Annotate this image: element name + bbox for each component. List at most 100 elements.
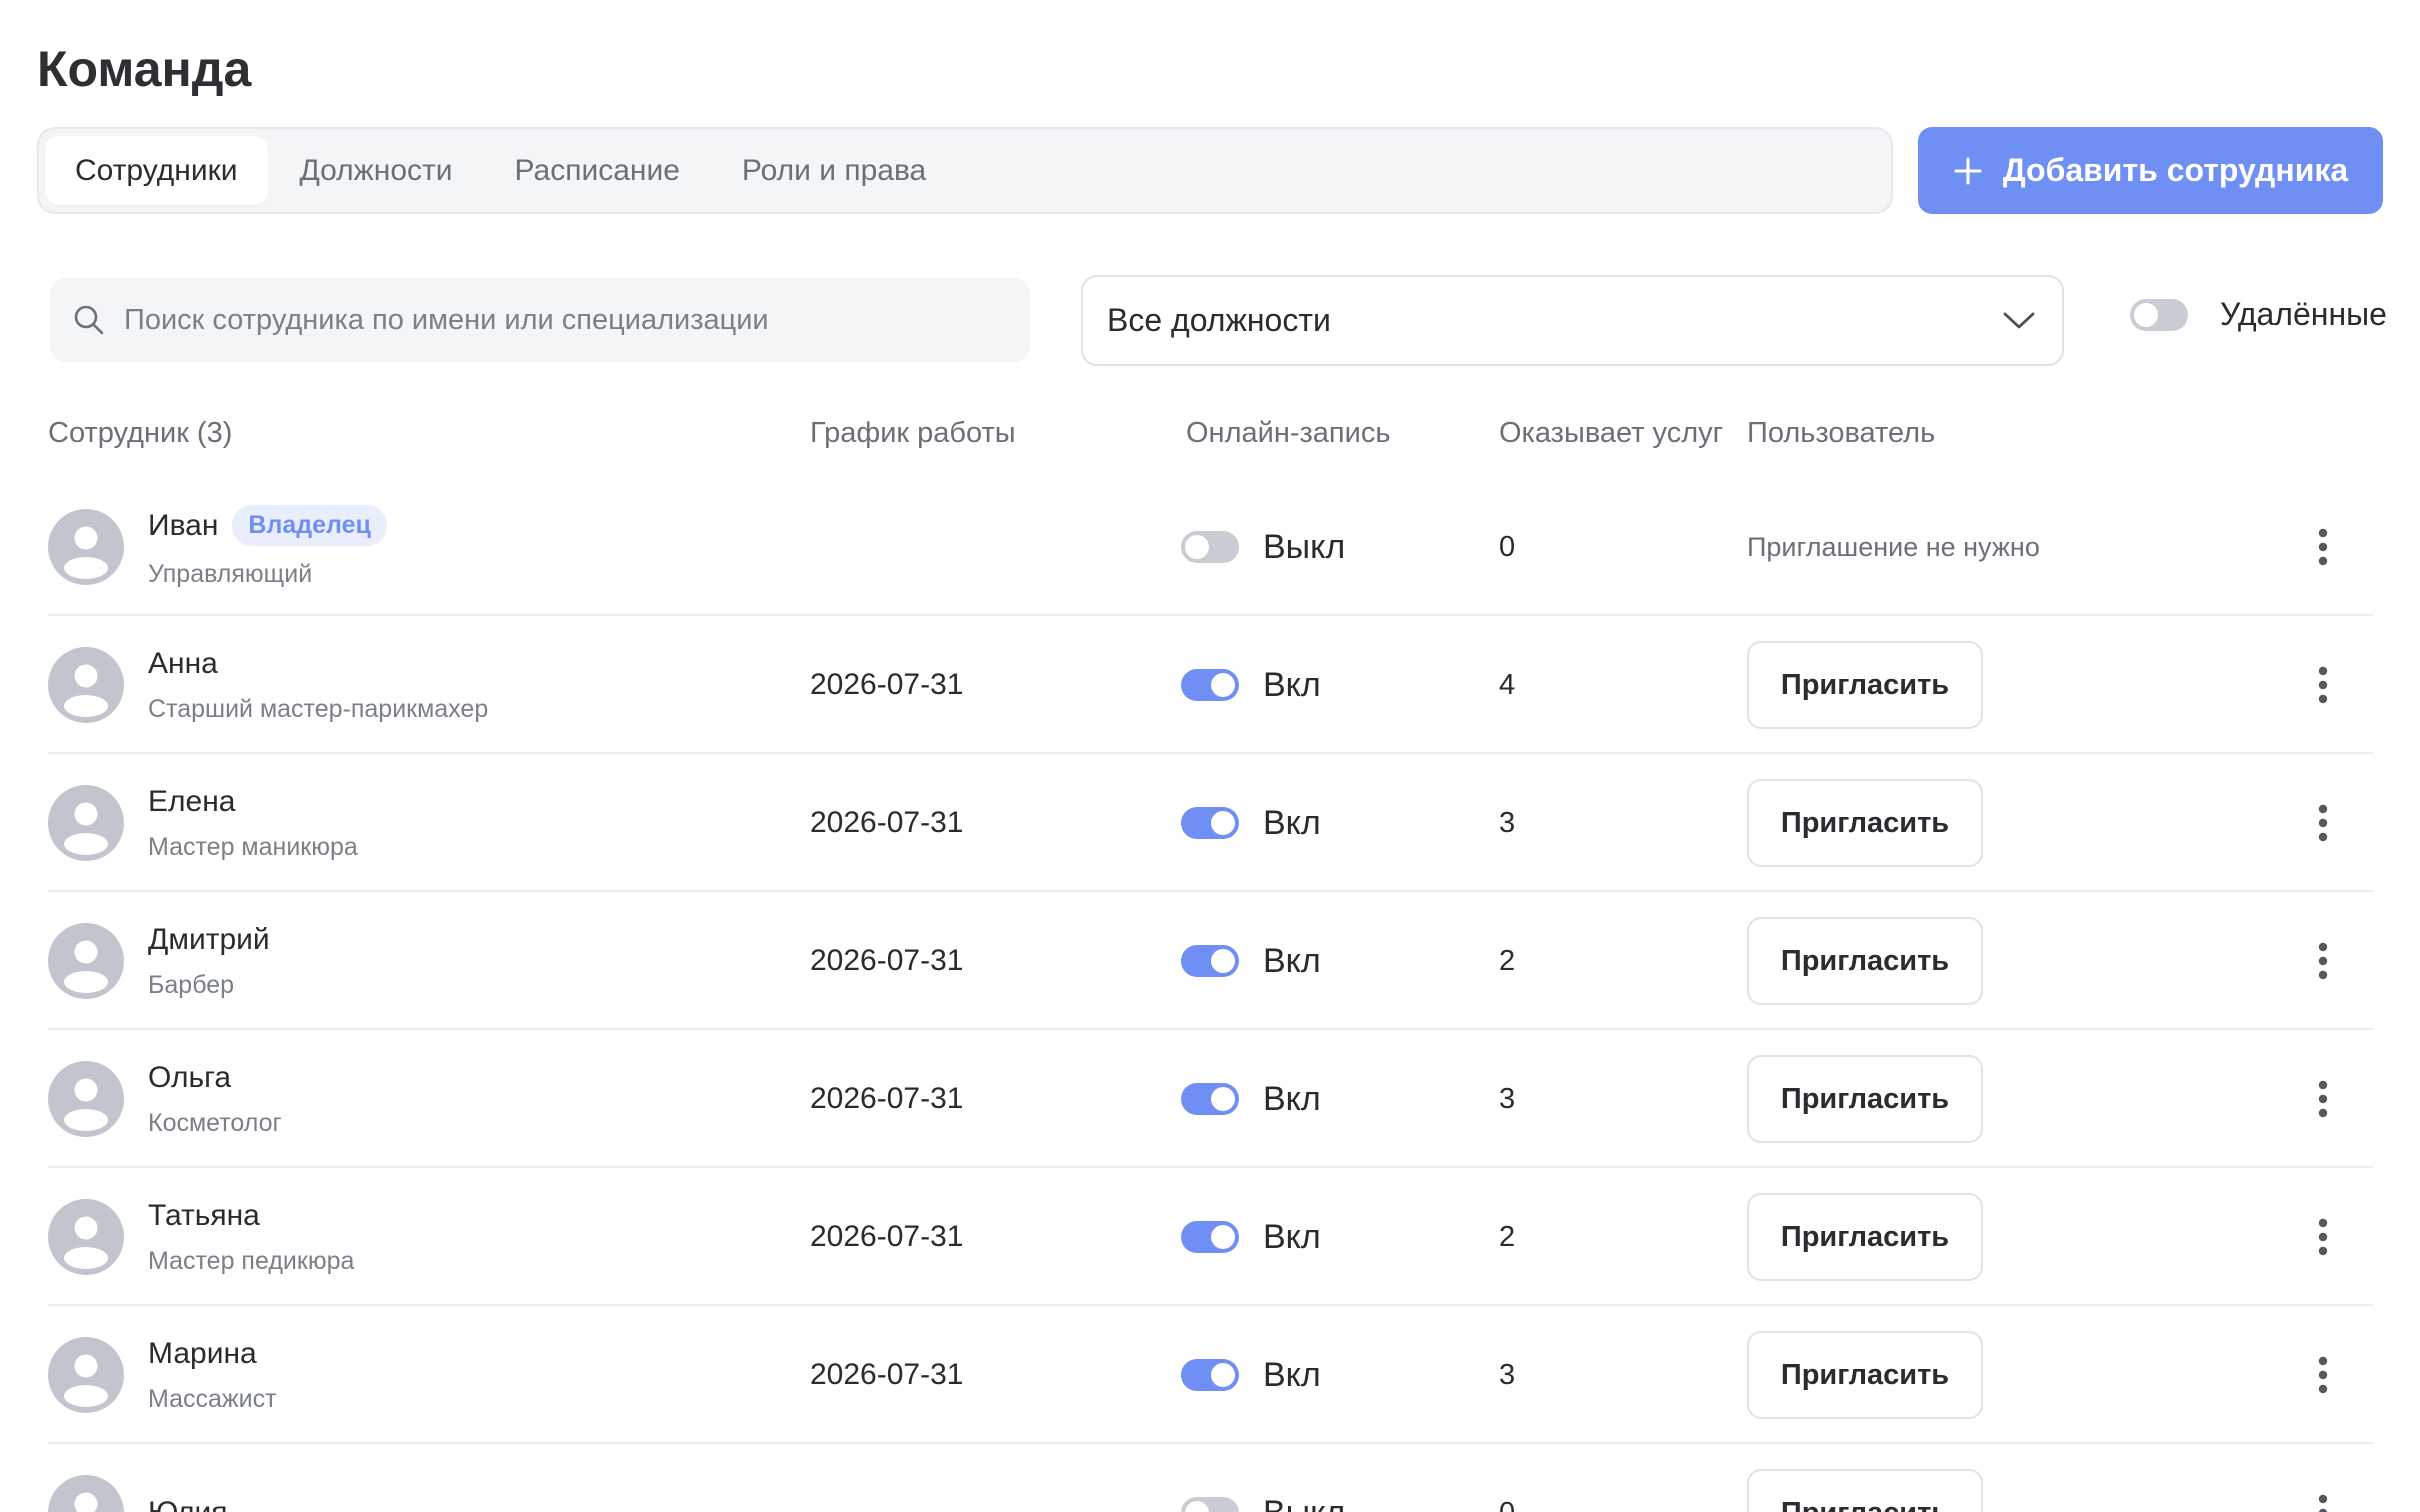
invite-button[interactable]: Пригласить [1747, 641, 1983, 729]
table-row[interactable]: Дмитрий Барбер 2026-07-31 Вкл 2 Пригласить [48, 892, 2373, 1030]
plus-icon [1953, 156, 1983, 186]
tab-schedule[interactable]: Расписание [485, 136, 710, 205]
employee-role: Косметолог [148, 1108, 282, 1137]
online-booking-cell: Вкл [1181, 1168, 1321, 1306]
schedule-cell: 2026-07-31 [810, 806, 964, 839]
employee-info: Иван Владелец Управляющий [148, 505, 387, 589]
more-vertical-icon[interactable] [2303, 478, 2343, 616]
employee-role: Мастер педикюра [148, 1246, 355, 1275]
employee-name[interactable]: Елена [148, 785, 235, 819]
more-vertical-icon[interactable] [2303, 754, 2343, 892]
employee-name-line: Ольга [148, 1061, 282, 1095]
online-booking-cell: Выкл [1181, 1444, 1345, 1512]
employee-name[interactable]: Дмитрий [148, 923, 270, 957]
more-vertical-icon[interactable] [2303, 1306, 2343, 1444]
employee-name[interactable]: Марина [148, 1337, 257, 1371]
online-booking-cell: Вкл [1181, 1306, 1321, 1444]
table-row[interactable]: Анна Старший мастер-парикмахер 2026-07-31 В… [48, 616, 2373, 754]
table-row[interactable]: Марина Массажист 2026-07-31 Вкл 3 Пригласить [48, 1306, 2373, 1444]
employee-name[interactable]: Татьяна [148, 1199, 260, 1233]
header-schedule: График работы [810, 417, 1016, 449]
employee-cell: Татьяна Мастер педикюра [48, 1168, 748, 1306]
position-select[interactable]: Все должности [1081, 275, 2064, 366]
services-count: 3 [1499, 1358, 1516, 1391]
online-booking-cell: Выкл [1181, 478, 1345, 616]
invite-button[interactable]: Пригласить [1747, 1331, 1983, 1419]
employee-name[interactable]: Ольга [148, 1061, 231, 1095]
search-input[interactable] [124, 303, 984, 337]
header-online: Онлайн-запись [1186, 417, 1391, 449]
tab-positions[interactable]: Должности [270, 136, 483, 205]
employee-info: Татьяна Мастер педикюра [148, 1199, 354, 1276]
user-cell: Пригласить [1747, 1306, 1983, 1444]
employee-name[interactable]: Юлия [148, 1496, 227, 1512]
employee-cell: Дмитрий Барбер [48, 892, 748, 1030]
services-count: 4 [1499, 668, 1516, 701]
employee-role: Управляющий [148, 560, 313, 588]
employee-info: Марина Массажист [148, 1337, 277, 1414]
more-vertical-icon[interactable] [2303, 1444, 2343, 1512]
user-avatar-icon [48, 923, 124, 999]
online-booking-switch[interactable] [1181, 945, 1239, 977]
header-user: Пользователь [1747, 417, 1936, 449]
online-booking-status: Вкл [1263, 803, 1321, 842]
invite-button[interactable]: Пригласить [1747, 917, 1983, 1005]
online-booking-switch[interactable] [1181, 531, 1239, 563]
employee-cell: Марина Массажист [48, 1306, 748, 1444]
tab-employees[interactable]: Сотрудники [45, 136, 268, 205]
more-vertical-icon[interactable] [2303, 892, 2343, 1030]
employee-name-line: Елена [148, 785, 358, 819]
services-count: 3 [1499, 806, 1516, 839]
employee-name[interactable]: Иван [148, 509, 218, 543]
table-row[interactable]: Елена Мастер маникюра 2026-07-31 Вкл 3 Пригла… [48, 754, 2373, 892]
search-box [50, 278, 1030, 362]
more-vertical-icon[interactable] [2303, 616, 2343, 754]
table-row[interactable]: Иван Владелец Управляющий Выкл 0 Приглашение … [48, 478, 2373, 616]
employees-table: Иван Владелец Управляющий Выкл 0 Приглашение … [48, 478, 2373, 1512]
header-employee: Сотрудник (3) [48, 417, 233, 449]
invite-button[interactable]: Пригласить [1747, 1469, 1983, 1512]
invite-button[interactable]: Пригласить [1747, 1055, 1983, 1143]
employee-name-line: Иван Владелец [148, 505, 387, 546]
deleted-filter: Удалённые [2130, 296, 2387, 333]
employee-name-line: Татьяна [148, 1199, 354, 1233]
online-booking-switch[interactable] [1181, 1359, 1239, 1391]
employee-role: Барбер [148, 970, 235, 999]
more-vertical-icon[interactable] [2303, 1030, 2343, 1168]
employee-cell: Ольга Косметолог [48, 1030, 748, 1168]
tab-roles[interactable]: Роли и права [712, 136, 956, 205]
online-booking-status: Выкл [1263, 1494, 1345, 1512]
add-employee-button[interactable]: Добавить сотрудника [1918, 127, 2383, 214]
employee-name[interactable]: Анна [148, 647, 218, 681]
online-booking-switch[interactable] [1181, 807, 1239, 839]
user-avatar-icon [48, 647, 124, 723]
user-avatar-icon [48, 1475, 124, 1512]
table-row[interactable]: Татьяна Мастер педикюра 2026-07-31 Вкл 2 Приг… [48, 1168, 2373, 1306]
invite-button[interactable]: Пригласить [1747, 1193, 1983, 1281]
user-avatar-icon [48, 1337, 124, 1413]
employee-info: Юлия [148, 1496, 227, 1512]
deleted-label: Удалённые [2220, 296, 2387, 332]
schedule-cell: 2026-07-31 [810, 668, 964, 701]
online-booking-switch[interactable] [1181, 669, 1239, 701]
employee-role: Массажист [148, 1384, 277, 1413]
table-row[interactable]: Ольга Косметолог 2026-07-31 Вкл 3 Пригласить [48, 1030, 2373, 1168]
online-booking-cell: Вкл [1181, 892, 1321, 1030]
employee-name-line: Анна [148, 647, 488, 681]
online-booking-switch[interactable] [1181, 1083, 1239, 1115]
employee-name-line: Марина [148, 1337, 277, 1371]
deleted-switch[interactable] [2130, 298, 2188, 331]
online-booking-status: Вкл [1263, 941, 1321, 980]
employee-cell: Анна Старший мастер-парикмахер [48, 616, 748, 754]
invite-not-needed: Приглашение не нужно [1747, 531, 2040, 562]
invite-button[interactable]: Пригласить [1747, 779, 1983, 867]
user-cell: Приглашение не нужно [1747, 478, 2040, 616]
online-booking-status: Вкл [1263, 665, 1321, 704]
table-row[interactable]: Юлия Выкл 0 Пригласить [48, 1444, 2373, 1512]
more-vertical-icon[interactable] [2303, 1168, 2343, 1306]
employee-role: Старший мастер-парикмахер [148, 694, 489, 723]
header-services: Оказывает услуг [1499, 417, 1724, 449]
online-booking-switch[interactable] [1181, 1497, 1239, 1512]
online-booking-switch[interactable] [1181, 1221, 1239, 1253]
online-booking-status: Вкл [1263, 1355, 1321, 1394]
